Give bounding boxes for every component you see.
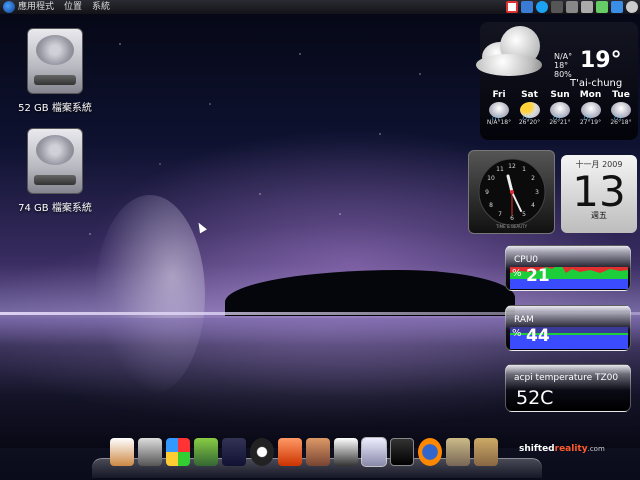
bluetooth-icon[interactable]	[551, 1, 563, 13]
forecast-day-label: Mon	[579, 90, 602, 100]
ram-title: RAM	[514, 315, 534, 325]
firefox-icon[interactable]	[418, 438, 442, 466]
power-icon[interactable]	[250, 438, 274, 466]
cpu-monitor-widget[interactable]: CPU0 % 21	[505, 245, 631, 291]
desktop-drive-74gb[interactable]: 74 GB 檔案系統	[0, 128, 110, 214]
forecast-day-label: Fri	[492, 90, 506, 100]
weather-widget[interactable]: N/A° 18° 80% 19° T'ai-chung Fri N/A°18° …	[476, 22, 638, 140]
user-icon[interactable]	[521, 1, 533, 13]
weather-condition: N/A°	[554, 52, 573, 61]
calendar-widget[interactable]: 十一月 2009 13 週五	[561, 155, 637, 233]
rain-cloud-icon	[489, 102, 509, 121]
svg-text:1: 1	[522, 166, 526, 173]
drive-label: 74 GB 檔案系統	[18, 203, 92, 214]
temperature-value: 52C	[516, 387, 554, 409]
svg-text:12: 12	[508, 163, 516, 170]
rain-cloud-icon	[611, 102, 631, 121]
forecast-day: Tue 26°18°	[606, 90, 636, 126]
image-viewer-icon[interactable]	[194, 438, 218, 466]
ram-value: 44	[526, 326, 550, 346]
cloud-icon	[472, 24, 550, 76]
desktop-drive-52gb[interactable]: 52 GB 檔案系統	[0, 28, 110, 114]
svg-text:10: 10	[487, 175, 495, 182]
weather-high: 18°	[554, 61, 569, 70]
menu-places[interactable]: 位置	[64, 0, 82, 14]
network-icon[interactable]	[581, 1, 593, 13]
cpu-value: 21	[526, 266, 550, 286]
gmail-icon[interactable]	[506, 1, 518, 13]
forecast-day: Fri N/A°18°	[484, 90, 514, 126]
temperature-title: acpi temperature TZ00	[514, 373, 619, 383]
weather-forecast: Fri N/A°18° Sat 26°20° Sun 26°21° Mon 27…	[484, 90, 636, 126]
menu-applications[interactable]: 應用程式	[18, 0, 54, 14]
sun-cloud-icon	[519, 102, 540, 121]
analog-clock-widget[interactable]: 12 1 2 3 4 5 6 7 8 9 10 11 TIME & BEAUTY	[468, 150, 555, 234]
calendar-day: 13	[572, 167, 626, 216]
archive-icon[interactable]	[306, 438, 330, 466]
brand-part-1: shifted	[519, 444, 555, 454]
update-icon[interactable]	[611, 1, 623, 13]
menu-system[interactable]: 系統	[92, 0, 110, 14]
dock	[110, 437, 498, 467]
linux-icon[interactable]	[334, 438, 358, 466]
forecast-day-label: Sun	[550, 90, 570, 100]
forecast-day: Mon 27°19°	[576, 90, 606, 126]
ram-monitor-widget[interactable]: RAM % 44	[505, 305, 631, 351]
hard-drive-icon	[27, 28, 83, 94]
svg-text:3: 3	[535, 189, 539, 196]
svg-text:4: 4	[531, 202, 535, 209]
cpu-percent-sign: %	[512, 268, 522, 279]
power-icon[interactable]	[626, 1, 638, 13]
weather-details: N/A° 18° 80%	[554, 52, 572, 79]
terminal-icon[interactable]	[390, 438, 414, 466]
checklist-icon[interactable]	[474, 438, 498, 466]
top-panel: 應用程式 位置 系統	[0, 0, 640, 14]
svg-text:5: 5	[522, 211, 526, 218]
weather-temperature: 19°	[580, 48, 622, 73]
rain-cloud-icon	[550, 102, 570, 121]
cpu-title: CPU0	[514, 255, 539, 265]
optical-drive-icon[interactable]	[138, 438, 162, 466]
home-icon[interactable]	[110, 438, 134, 466]
brand-watermark: shiftedreality.com	[519, 444, 605, 454]
skype-icon[interactable]	[536, 1, 548, 13]
windows-icon[interactable]	[166, 438, 190, 466]
forecast-day: Sun 26°21°	[545, 90, 575, 126]
clock-brand: TIME & BEAUTY	[495, 224, 528, 229]
brand-part-3: .com	[587, 445, 605, 453]
forecast-day-label: Sat	[521, 90, 538, 100]
weather-city: T'ai-chung	[570, 78, 623, 89]
ram-percent-sign: %	[512, 328, 522, 339]
hard-drive-icon	[27, 128, 83, 194]
forecast-day: Sat 26°20°	[515, 90, 545, 126]
volume-icon[interactable]	[566, 1, 578, 13]
svg-text:6: 6	[510, 215, 514, 222]
forecast-day-label: Tue	[612, 90, 630, 100]
svg-text:8: 8	[489, 202, 493, 209]
distro-logo-icon[interactable]	[3, 1, 15, 13]
documents-icon[interactable]	[361, 437, 387, 467]
game-icon[interactable]	[278, 438, 302, 466]
svg-text:11: 11	[496, 166, 504, 173]
battery-icon[interactable]	[596, 1, 608, 13]
svg-text:9: 9	[485, 189, 489, 196]
brand-part-2: reality	[554, 444, 588, 454]
rain-cloud-icon	[580, 102, 601, 121]
svg-text:7: 7	[498, 211, 502, 218]
clock-face: 12 1 2 3 4 5 6 7 8 9 10 11	[478, 158, 546, 226]
svg-text:2: 2	[531, 175, 535, 182]
temperature-widget[interactable]: acpi temperature TZ00 52C	[505, 364, 631, 412]
settings-sliders-icon[interactable]	[222, 438, 246, 466]
system-tray	[506, 1, 638, 13]
gimp-icon[interactable]	[446, 438, 470, 466]
drive-label: 52 GB 檔案系統	[18, 103, 92, 114]
